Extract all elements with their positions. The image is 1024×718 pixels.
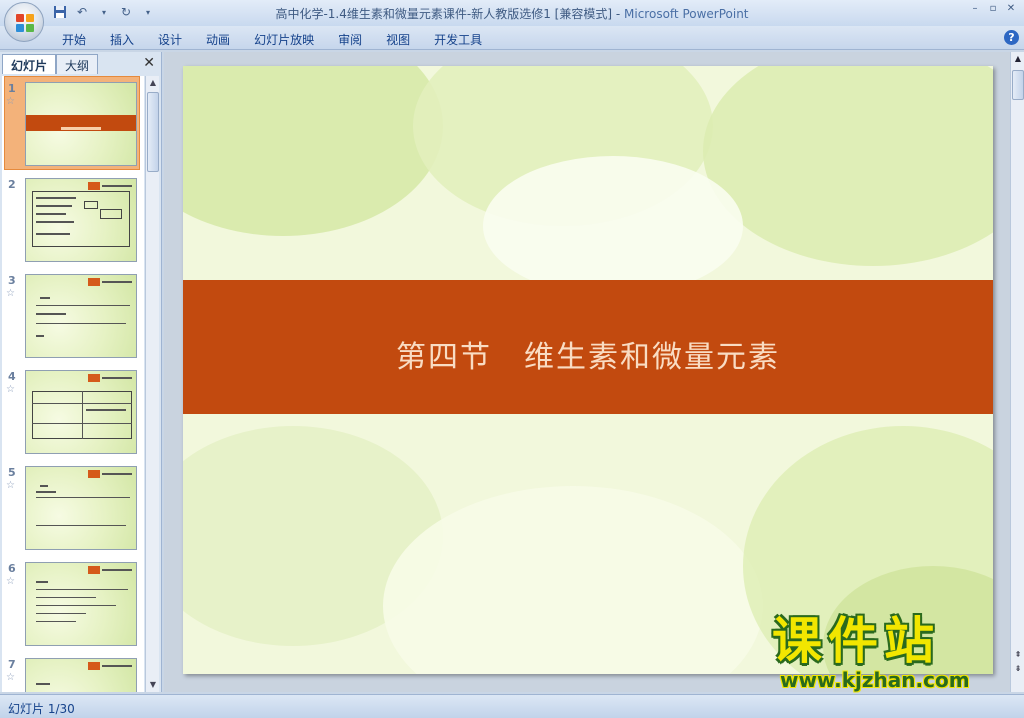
animation-star-icon: ☆ bbox=[6, 96, 15, 107]
animation-star-icon: ☆ bbox=[6, 672, 15, 683]
scroll-down-icon[interactable]: ▼ bbox=[146, 678, 160, 692]
slide-thumbnails: 1 ☆ 2 3 ☆ 4 ☆ 5 ☆ 6 ☆ 7 ☆ bbox=[2, 76, 144, 692]
ribbon-tabs: 开始 插入 设计 动画 幻灯片放映 审阅 视图 开发工具 bbox=[50, 26, 494, 50]
slide-number: 1 bbox=[8, 82, 16, 95]
tab-design[interactable]: 设计 bbox=[146, 26, 194, 50]
slide-number: 2 bbox=[8, 178, 16, 191]
ribbon-tabs-bar: 开始 插入 设计 动画 幻灯片放映 审阅 视图 开发工具 ? bbox=[0, 26, 1024, 50]
slide-number: 4 bbox=[8, 370, 16, 383]
close-panel-icon[interactable]: ✕ bbox=[143, 55, 155, 71]
window-controls: – ▫ ✕ bbox=[968, 2, 1018, 16]
scroll-up-icon[interactable]: ▲ bbox=[1011, 52, 1024, 66]
title-bar: ↶ ▾ ↻ ▾ 高中化学-1.4维生素和微量元素课件-新人教版选修1 [兼容模式… bbox=[0, 0, 1024, 26]
window-title: 高中化学-1.4维生素和微量元素课件-新人教版选修1 [兼容模式] - Micr… bbox=[275, 7, 749, 21]
slides-panel: 幻灯片 大纲 ✕ 1 ☆ 2 3 ☆ 4 ☆ 5 ☆ 6 ☆ 7 ☆ ▲ ▼ bbox=[0, 52, 162, 692]
slide-indicator: 幻灯片 1/30 bbox=[8, 702, 75, 716]
next-slide-icon[interactable]: ⇟ bbox=[1011, 662, 1024, 676]
slide-number: 6 bbox=[8, 562, 16, 575]
slide-preview bbox=[25, 178, 137, 262]
animation-star-icon: ☆ bbox=[6, 288, 15, 299]
previous-slide-icon[interactable]: ⇞ bbox=[1011, 648, 1024, 662]
close-button[interactable]: ✕ bbox=[1004, 2, 1018, 16]
slide-preview bbox=[25, 658, 137, 692]
slide-number: 5 bbox=[8, 466, 16, 479]
panel-tabs: 幻灯片 大纲 bbox=[2, 54, 99, 74]
animation-star-icon: ☆ bbox=[6, 384, 15, 395]
tab-home[interactable]: 开始 bbox=[50, 26, 98, 50]
slide-thumbnail-5[interactable]: 5 ☆ bbox=[2, 460, 144, 556]
office-logo-icon bbox=[16, 14, 34, 32]
app-name: Microsoft PowerPoint bbox=[624, 7, 749, 21]
scroll-thumb[interactable] bbox=[147, 92, 159, 172]
office-button[interactable] bbox=[4, 2, 44, 42]
help-icon[interactable]: ? bbox=[1004, 30, 1019, 45]
scroll-thumb[interactable] bbox=[1012, 70, 1024, 100]
tab-developer[interactable]: 开发工具 bbox=[422, 26, 494, 50]
slide-preview bbox=[25, 82, 137, 166]
minimize-button[interactable]: – bbox=[968, 2, 982, 16]
slide-preview bbox=[25, 370, 137, 454]
slide-preview bbox=[25, 562, 137, 646]
thumbnails-scrollbar[interactable]: ▲ ▼ bbox=[145, 76, 159, 692]
restore-button[interactable]: ▫ bbox=[986, 2, 1000, 16]
slide-thumbnail-2[interactable]: 2 bbox=[2, 172, 144, 268]
slide-thumbnail-4[interactable]: 4 ☆ bbox=[2, 364, 144, 460]
watermark-url: www.kjzhan.com bbox=[780, 668, 970, 692]
tab-review[interactable]: 审阅 bbox=[326, 26, 374, 50]
slide-number: 7 bbox=[8, 658, 16, 671]
tab-slideshow[interactable]: 幻灯片放映 bbox=[242, 26, 326, 50]
watermark-logo: 课件站 www.kjzhan.com bbox=[772, 612, 1012, 694]
slide-thumbnail-7[interactable]: 7 ☆ bbox=[2, 652, 144, 692]
slide-thumbnail-3[interactable]: 3 ☆ bbox=[2, 268, 144, 364]
tab-outline[interactable]: 大纲 bbox=[56, 54, 99, 74]
tab-animations[interactable]: 动画 bbox=[194, 26, 242, 50]
animation-star-icon: ☆ bbox=[6, 576, 15, 587]
tab-view[interactable]: 视图 bbox=[374, 26, 422, 50]
slide-thumbnail-1[interactable]: 1 ☆ bbox=[2, 76, 144, 172]
slide-preview bbox=[25, 274, 137, 358]
document-title: 高中化学-1.4维生素和微量元素课件-新人教版选修1 [兼容模式] bbox=[275, 7, 613, 21]
editor-scrollbar[interactable]: ▲ ⇞ ⇟ bbox=[1010, 52, 1024, 692]
slide-title[interactable]: 第四节 维生素和微量元素 bbox=[183, 332, 993, 376]
tab-insert[interactable]: 插入 bbox=[98, 26, 146, 50]
tab-slides[interactable]: 幻灯片 bbox=[2, 54, 57, 74]
scroll-up-icon[interactable]: ▲ bbox=[146, 76, 160, 90]
animation-star-icon: ☆ bbox=[6, 480, 15, 491]
status-bar: 幻灯片 1/30 bbox=[0, 694, 1024, 718]
slide-number: 3 bbox=[8, 274, 16, 287]
slide-editor: 第四节 维生素和微量元素 bbox=[164, 52, 1010, 692]
current-slide[interactable]: 第四节 维生素和微量元素 bbox=[183, 66, 993, 674]
watermark-title: 课件站 bbox=[772, 612, 940, 670]
slide-preview bbox=[25, 466, 137, 550]
slide-thumbnail-6[interactable]: 6 ☆ bbox=[2, 556, 144, 652]
